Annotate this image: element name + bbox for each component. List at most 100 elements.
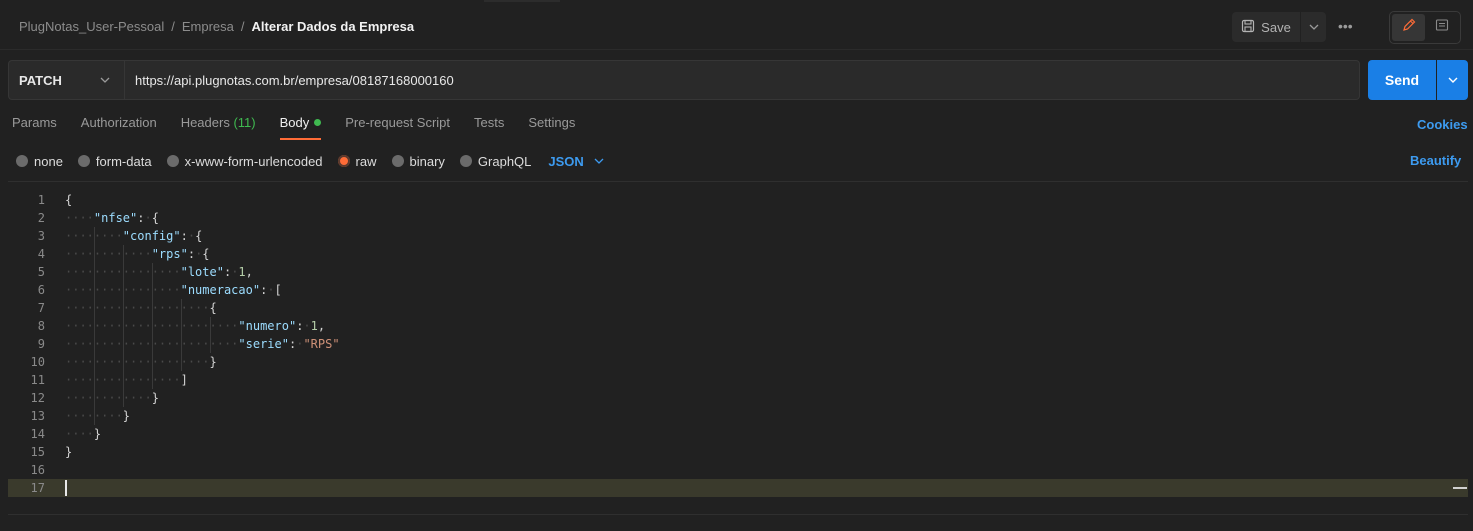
radio-button[interactable] — [166, 155, 179, 167]
send-button[interactable]: Send — [1368, 60, 1436, 100]
code-line[interactable]: 4 ············"rps":·{ — [8, 245, 1468, 263]
code-token-punc: } — [93, 427, 102, 441]
body-type-binary[interactable]: binary — [391, 153, 445, 169]
code-text: ············"rps":·{ — [65, 247, 210, 261]
code-line[interactable]: 16 — [8, 461, 1468, 479]
indent-guide — [181, 335, 182, 353]
radio-button[interactable] — [77, 155, 90, 167]
tab-authorization[interactable]: Authorization — [81, 114, 157, 140]
chevron-down-icon — [1448, 74, 1458, 86]
code-token-punc: :· — [223, 265, 239, 279]
code-token-punc: { — [209, 301, 217, 315]
body-type-urlencoded[interactable]: x-www-form-urlencoded — [166, 153, 323, 169]
indent-guide — [94, 371, 95, 389]
tab-pre-request-script[interactable]: Pre-request Script — [345, 114, 450, 140]
indent-guide — [210, 317, 211, 335]
beautify-button[interactable]: Beautify — [1410, 153, 1461, 168]
code-line[interactable]: 10 ····················} — [8, 353, 1468, 371]
body-type-none[interactable]: none — [16, 154, 63, 169]
code-text: } — [65, 443, 72, 461]
indent-guide — [210, 335, 211, 353]
line-number: 5 — [37, 265, 45, 279]
code-line[interactable]: 1{ — [8, 191, 1468, 209]
code-token-punc: } — [122, 409, 131, 423]
tab-label: Authorization — [80, 115, 157, 130]
save-options-button[interactable] — [1301, 12, 1326, 42]
breadcrumb-separator: / — [171, 19, 175, 34]
code-token-punc: :· — [296, 319, 311, 333]
indent-guide — [123, 299, 124, 317]
code-editor[interactable]: 1{2····"nfse":·{3········"config":·{4···… — [8, 181, 1468, 515]
code-line[interactable]: 2 ····"nfse":·{ — [8, 209, 1468, 227]
more-options-button[interactable]: ••• — [1338, 18, 1353, 34]
line-number: 9 — [37, 337, 45, 351]
code-line[interactable]: 3 ········"config":·{ — [8, 227, 1468, 245]
code-line[interactable]: 13 ········} — [8, 407, 1468, 425]
indent-guide — [94, 263, 95, 281]
page-title[interactable]: Alterar Dados da Empresa — [252, 19, 415, 34]
tab-settings[interactable]: Settings — [528, 114, 575, 140]
send-options-button[interactable] — [1437, 60, 1468, 100]
language-select[interactable]: JSON — [548, 154, 604, 169]
tab-tests[interactable]: Tests — [474, 114, 504, 140]
tab-params[interactable]: Params — [12, 114, 57, 140]
send-group: Send — [1368, 60, 1468, 100]
indent-guide — [123, 353, 124, 371]
docs-mode-button[interactable] — [1425, 14, 1458, 41]
indent-guide — [123, 245, 124, 263]
body-type-form-data[interactable]: form-data — [77, 154, 152, 169]
cookies-link[interactable]: Cookies — [1417, 117, 1468, 132]
code-line[interactable]: 17 — [8, 479, 1468, 497]
chevron-down-icon — [100, 74, 110, 86]
code-line[interactable]: 14 ····} — [8, 425, 1468, 443]
indent-guide — [94, 227, 95, 245]
tab-label: Pre-request Script — [345, 115, 451, 130]
indent-guide — [123, 317, 124, 335]
tab-body[interactable]: Body — [279, 114, 322, 140]
method-select[interactable]: PATCH — [9, 61, 125, 99]
tab-headers[interactable]: Headers (11) — [181, 114, 256, 140]
radio-button[interactable] — [459, 155, 472, 167]
breadcrumb-separator: / — [240, 19, 245, 34]
indent-guide — [94, 407, 95, 425]
url-input[interactable] — [125, 61, 1359, 99]
code-line[interactable]: 12 ············} — [8, 389, 1468, 407]
body-type-options: none form-data x-www-form-urlencoded raw… — [16, 152, 604, 170]
save-button[interactable]: Save — [1232, 12, 1300, 42]
radio-button-selected[interactable] — [337, 155, 350, 167]
body-type-label: GraphQL — [477, 153, 532, 169]
indent-guide — [94, 317, 95, 335]
body-type-raw[interactable]: raw — [337, 154, 377, 169]
indent-guide — [94, 281, 95, 299]
body-type-label: x-www-form-urlencoded — [184, 153, 323, 169]
code-token-punc: :·{ — [137, 211, 159, 225]
request-header: PlugNotas_User-Pessoal / Empresa / Alter… — [0, 4, 1473, 50]
code-text: ························"numero":·1, — [65, 317, 325, 335]
code-line[interactable]: 5················"lote":·1, — [8, 263, 1468, 281]
code-text: ········"config":·{ — [65, 227, 202, 245]
code-line[interactable]: 6 ················"numeracao":·[ — [8, 281, 1468, 299]
edit-mode-button[interactable] — [1392, 14, 1425, 41]
text-cursor — [65, 480, 67, 496]
radio-button[interactable] — [391, 155, 404, 167]
code-token-key: "numero" — [238, 319, 297, 333]
code-token-punc: , — [317, 319, 326, 333]
indent-guide — [123, 263, 124, 281]
radio-button[interactable] — [16, 155, 28, 167]
indent-guide — [152, 371, 153, 389]
indent-guide — [123, 335, 124, 353]
body-type-label: binary — [409, 153, 445, 169]
code-line[interactable]: 8 ························"numero":·1, — [8, 317, 1468, 335]
code-line[interactable]: 15} — [8, 443, 1468, 461]
code-token-key: "serie" — [238, 337, 289, 351]
code-line[interactable]: 9 ························"serie":·"RPS" — [8, 335, 1468, 353]
scrollbar-marker — [1453, 487, 1467, 489]
breadcrumb-collection[interactable]: Empresa — [182, 19, 234, 34]
code-line[interactable]: 7 ····················{ — [8, 299, 1468, 317]
line-number: 11 — [30, 373, 45, 387]
breadcrumb-workspace[interactable]: PlugNotas_User-Pessoal — [19, 19, 164, 34]
code-line[interactable]: 11 ················] — [8, 371, 1468, 389]
body-type-graphql[interactable]: GraphQL — [459, 153, 532, 169]
code-text: ····} — [65, 427, 102, 441]
code-token-str: "RPS" — [303, 337, 340, 351]
